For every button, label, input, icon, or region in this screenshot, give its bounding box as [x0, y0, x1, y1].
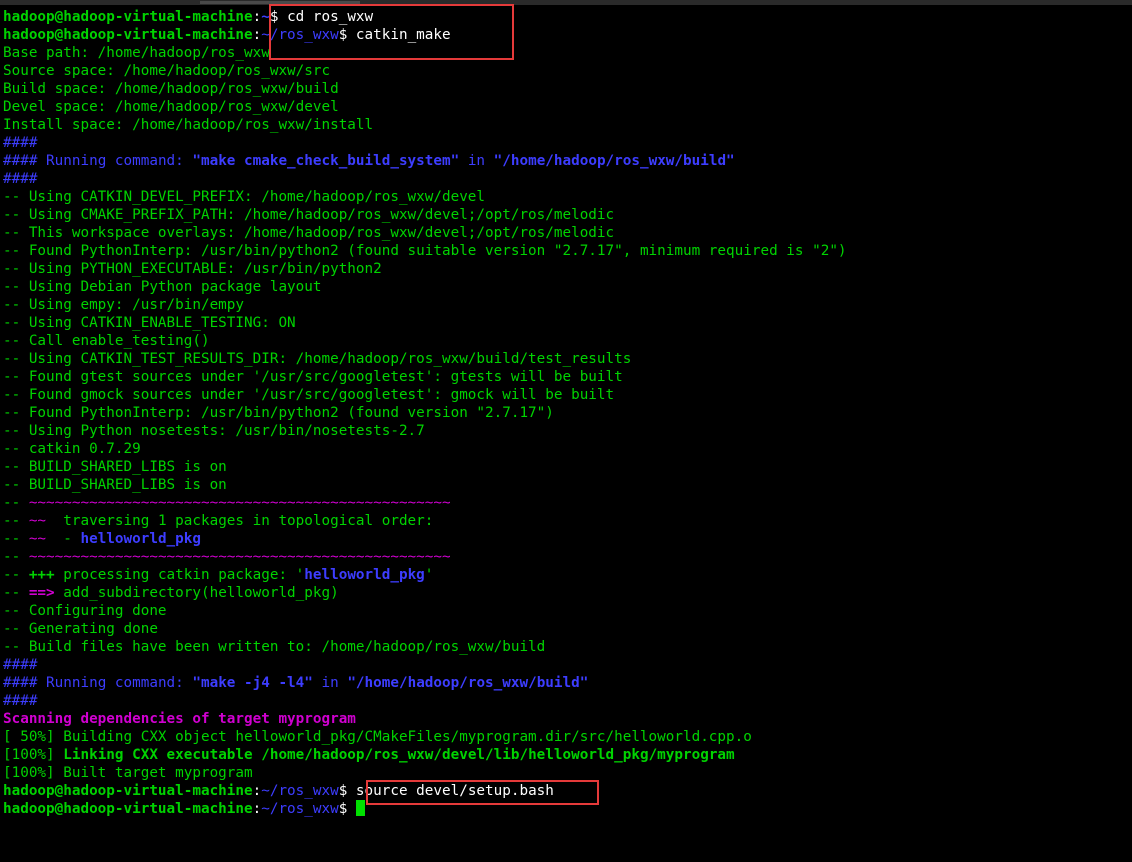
package-name: helloworld_pkg — [80, 531, 201, 547]
output-line: -- Found PythonInterp: /usr/bin/python2 … — [3, 243, 847, 259]
output-line: -- Call enable_testing() — [3, 333, 210, 349]
output-line: -- Using Debian Python package layout — [3, 279, 322, 295]
subdirectory-line: -- ==> add_subdirectory(helloworld_pkg) — [3, 585, 339, 601]
text-cursor[interactable] — [355, 800, 365, 816]
build-progress-line: [ 50%] Building CXX object helloworld_pk… — [3, 729, 752, 745]
hash-line: #### — [3, 657, 38, 673]
build-progress-line: [100%] Built target myprogram — [3, 765, 253, 781]
hash-line: #### — [3, 693, 38, 709]
output-line: -- Using Python nosetests: /usr/bin/nose… — [3, 423, 425, 439]
linking-line: [100%] Linking CXX executable /home/hado… — [3, 747, 735, 763]
output-line: -- Found gmock sources under '/usr/src/g… — [3, 387, 615, 403]
output-line: -- Configuring done — [3, 603, 167, 619]
traversing-line: -- ~~ traversing 1 packages in topologic… — [3, 513, 434, 529]
prompt-dir: ~ — [261, 9, 270, 25]
processing-line: -- +++ processing catkin package: 'hello… — [3, 567, 434, 583]
package-list-line: -- ~~ - helloworld_pkg — [3, 531, 201, 547]
output-line: -- Using empy: /usr/bin/empy — [3, 297, 245, 313]
command-text: cd ros_wxw — [287, 9, 374, 25]
prompt-user-host: hadoop@hadoop-virtual-machine — [3, 27, 253, 43]
window-top-bar — [0, 0, 1132, 5]
running-command-line: #### Running command: "make -j4 -l4" in … — [3, 675, 589, 691]
output-line: -- Found gtest sources under '/usr/src/g… — [3, 369, 623, 385]
prompt-user-host: hadoop@hadoop-virtual-machine — [3, 9, 253, 25]
output-line: -- Build files have been written to: /ho… — [3, 639, 546, 655]
running-command-line: #### Running command: "make cmake_check_… — [3, 153, 735, 169]
prompt-user-host: hadoop@hadoop-virtual-machine — [3, 783, 253, 799]
output-line: Devel space: /home/hadoop/ros_wxw/devel — [3, 99, 339, 115]
output-line: -- catkin 0.7.29 — [3, 441, 141, 457]
prompt-line-source: hadoop@hadoop-virtual-machine:~/ros_wxw$… — [3, 783, 554, 799]
prompt-dir: ~/ros_wxw — [261, 27, 339, 43]
tilde-rule-line: -- ~~~~~~~~~~~~~~~~~~~~~~~~~~~~~~~~~~~~~… — [3, 495, 451, 511]
output-line: -- Generating done — [3, 621, 158, 637]
output-line: -- Using CATKIN_DEVEL_PREFIX: /home/hado… — [3, 189, 486, 205]
prompt-line-catkin-make: hadoop@hadoop-virtual-machine:~/ros_wxw$… — [3, 27, 451, 43]
command-text: catkin_make — [355, 27, 451, 43]
output-line: -- Using CMAKE_PREFIX_PATH: /home/hadoop… — [3, 207, 615, 223]
terminal-output[interactable]: hadoop@hadoop-virtual-machine:~$ cd ros_… — [3, 8, 1132, 818]
output-line: Build space: /home/hadoop/ros_wxw/build — [3, 81, 339, 97]
prompt-user-host: hadoop@hadoop-virtual-machine — [3, 801, 253, 817]
hash-line: #### — [3, 171, 38, 187]
prompt-dir: ~/ros_wxw — [261, 783, 339, 799]
prompt-line-active[interactable]: hadoop@hadoop-virtual-machine:~/ros_wxw$ — [3, 800, 1132, 818]
top-bar-fragment — [200, 1, 360, 4]
output-line: -- Found PythonInterp: /usr/bin/python2 … — [3, 405, 554, 421]
output-line: Source space: /home/hadoop/ros_wxw/src — [3, 63, 331, 79]
output-line: -- Using PYTHON_EXECUTABLE: /usr/bin/pyt… — [3, 261, 382, 277]
output-line: Base path: /home/hadoop/ros_wxw — [3, 45, 270, 61]
tilde-rule-line: -- ~~~~~~~~~~~~~~~~~~~~~~~~~~~~~~~~~~~~~… — [3, 549, 451, 565]
prompt-line-cd: hadoop@hadoop-virtual-machine:~$ cd ros_… — [3, 9, 374, 25]
scanning-line: Scanning dependencies of target myprogra… — [3, 711, 356, 727]
output-line: -- This workspace overlays: /home/hadoop… — [3, 225, 615, 241]
output-line: -- BUILD_SHARED_LIBS is on — [3, 477, 227, 493]
output-line: -- BUILD_SHARED_LIBS is on — [3, 459, 227, 475]
prompt-dir: ~/ros_wxw — [261, 801, 339, 817]
output-line: Install space: /home/hadoop/ros_wxw/inst… — [3, 117, 374, 133]
hash-line: #### — [3, 135, 38, 151]
output-line: -- Using CATKIN_TEST_RESULTS_DIR: /home/… — [3, 351, 632, 367]
output-line: -- Using CATKIN_ENABLE_TESTING: ON — [3, 315, 296, 331]
command-text: source devel/setup.bash — [355, 783, 554, 799]
package-name: helloworld_pkg — [304, 567, 425, 583]
